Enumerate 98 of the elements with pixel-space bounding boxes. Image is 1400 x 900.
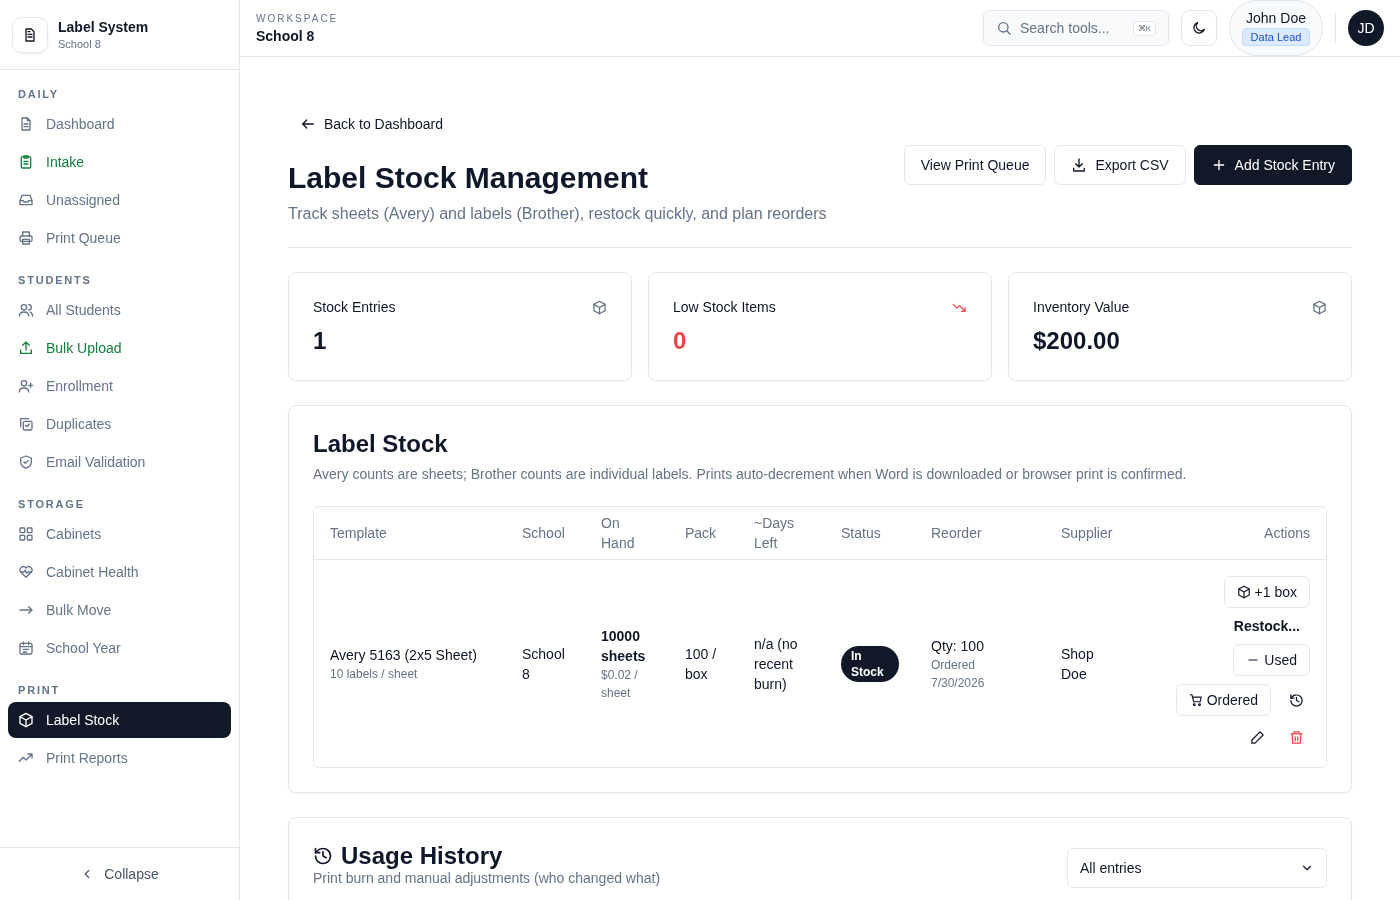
sidebar-item[interactable]: Duplicates [8,406,231,442]
page-title: Label Stock Management [288,161,649,195]
section-heading: DAILY [17,87,60,102]
stat-value: 1 [313,327,328,355]
shield-icon [18,454,34,470]
moon-icon [1191,20,1207,36]
clipboard-icon [18,154,34,170]
document-icon [18,116,34,132]
action-button[interactable]: Add Stock Entry [1193,145,1352,185]
section-title: Usage History [341,842,503,870]
inbox-icon [18,192,34,208]
section-heading: STORAGE [17,497,86,512]
cell-note: Ordered 7/30/2026 [931,656,986,692]
sidebar-item[interactable]: Bulk Upload [8,330,231,366]
sidebar-item[interactable]: Email Validation [8,444,231,480]
section-heading: PRINT [17,683,61,698]
search-icon [996,20,1012,36]
stat-label: Inventory Value [1033,299,1130,315]
upload-icon [18,340,34,356]
column-header: Pack [669,507,738,560]
download-icon [1071,157,1088,173]
column-header: Reorder [915,507,1045,560]
sidebar-item[interactable]: All Students [8,292,231,328]
sidebar-item[interactable]: Unassigned [8,182,231,218]
cell-note: $0.02 / sheet [601,666,639,702]
column-header: Status [825,507,915,560]
table-cell-text: Shop Doe [1061,644,1095,684]
section-description: Avery counts are sheets; Brother counts are individual labels. Prints auto-decrement when Word is downloaded or browser print is confirmed. [313,466,1188,482]
search-field[interactable]: Search tools... ⌘K [983,10,1169,46]
workspace-name: School 8 [256,27,316,44]
trash-icon [1289,730,1304,745]
user-plus-icon [18,378,34,394]
app-subtitle: School 8 [58,38,102,50]
column-header: ~Days Left [738,507,825,560]
sidebar-item[interactable]: School Year [8,630,231,666]
sidebar-item[interactable]: Cabinets [8,516,231,552]
box-icon [1236,585,1251,599]
theme-toggle-button[interactable] [1181,10,1217,46]
box-icon [1312,299,1327,315]
shortcut-hint: ⌘K [1132,20,1156,36]
section-title: Label Stock [313,430,449,458]
role-badge: Data Lead [1241,28,1311,46]
restock-label: Restock... [1232,617,1301,636]
filter-dropdown[interactable]: All entries [1067,848,1327,888]
table-cell-text: n/a (no recent burn) [754,634,799,694]
column-header: School [506,507,585,560]
document-icon [22,26,38,43]
sidebar-item[interactable]: Enrollment [8,368,231,404]
column-header: On Hand [585,507,669,560]
box-icon [592,299,607,315]
user-name: John Doe [1246,10,1306,26]
sidebar-item[interactable]: Bulk Move [8,592,231,628]
sidebar-item[interactable]: Label Stock [8,702,231,738]
back-link[interactable]: Back to Dashboard [288,113,456,135]
cell-note: 10 labels / sheet [330,665,419,683]
table-cell-text: School 8 [522,644,566,684]
box-icon [18,712,34,728]
app-title: Label System [58,19,149,35]
sidebar-item[interactable]: Intake [8,144,231,180]
column-header: Actions [1129,507,1326,560]
add-box-button[interactable]: +1 box [1223,576,1310,608]
column-header: Template [314,507,506,560]
stat-value: 0 [673,327,688,355]
history-icon [1289,692,1304,708]
cart-icon [1188,693,1203,707]
grid-icon [18,526,34,542]
stat-label: Low Stock Items [673,299,776,315]
heart-pulse-icon [18,564,34,580]
copy-icon [18,416,34,432]
sidebar-item[interactable]: Dashboard [8,106,231,142]
column-header: Supplier [1045,507,1129,560]
ordered-button[interactable]: Ordered [1175,684,1271,716]
action-button[interactable]: View Print Queue [903,145,1047,185]
used-button[interactable]: Used [1233,644,1310,676]
stat-value: $200.00 [1033,327,1121,355]
workspace-label: WORKSPACE [256,12,339,24]
calendar-icon [18,640,34,656]
table-cell-text: 10000 sheets [601,626,647,666]
users-icon [18,302,34,318]
printer-icon [18,230,34,246]
arrow-left-icon [300,116,316,132]
section-description: Print burn and manual adjustments (who changed what) [313,870,661,886]
sidebar-item[interactable]: Print Queue [8,220,231,256]
status-badge: In Stock [841,645,899,682]
page-subtitle: Track sheets (Avery) and labels (Brother), restock quickly, and plan reorders [288,205,828,223]
collapse-button[interactable]: Collapse [74,865,165,883]
user-menu[interactable]: John Doe Data Lead [1229,0,1323,56]
table-cell-text: Qty: 100 [931,636,985,656]
user-avatar[interactable]: JD [1348,10,1384,46]
table-cell-text: 100 / box [685,644,718,684]
history-icon [313,846,333,866]
sidebar-item[interactable]: Print Reports [8,740,231,776]
pencil-icon [1250,730,1265,745]
section-heading: STUDENTS [17,273,93,288]
stat-label: Stock Entries [313,299,396,315]
sidebar-item[interactable]: Cabinet Health [8,554,231,590]
action-button[interactable]: Export CSV [1054,145,1186,185]
table-cell-text: Avery 5163 (2x5 Sheet) [330,645,478,665]
